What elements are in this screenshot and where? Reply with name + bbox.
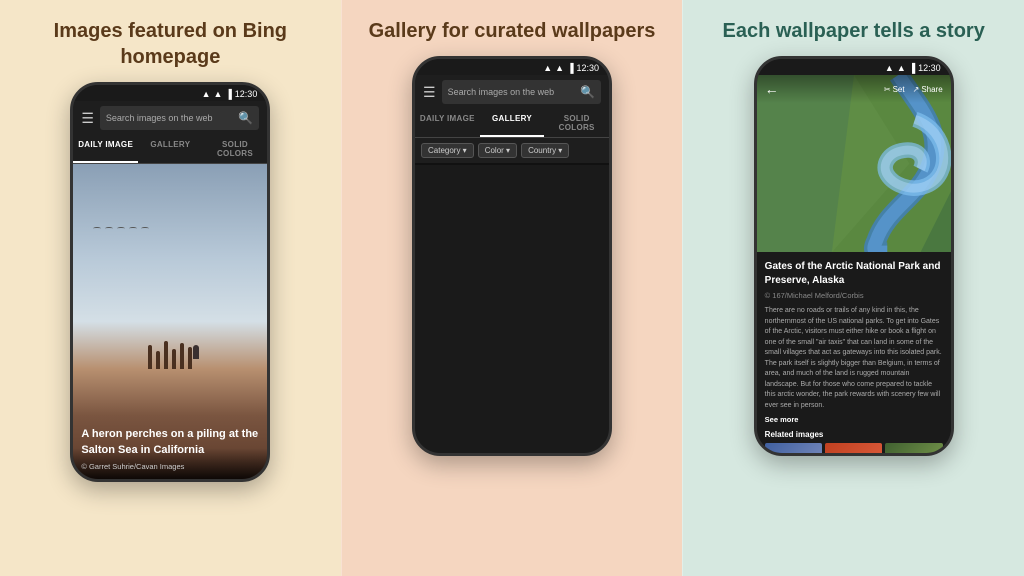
bird-5 (141, 227, 149, 230)
filter-color[interactable]: Color ▾ (478, 143, 517, 158)
heron-decoration (193, 345, 199, 359)
hamburger-icon-2[interactable]: ☰ (423, 84, 436, 101)
panel-1-title: Images featured on Bing homepage (10, 18, 331, 70)
related-images-grid (765, 443, 943, 453)
birds-decoration (93, 227, 149, 230)
set-action[interactable]: ✂ Set (884, 85, 905, 94)
signal-icon-3: ▲ (885, 63, 894, 73)
related-images-title: Related images (765, 430, 943, 439)
panel-2-title: Gallery for curated wallpapers (369, 18, 656, 44)
battery-icon: ▐ (225, 89, 231, 99)
search-bar-1[interactable]: Search images on the web 🔍 (100, 106, 259, 130)
wallpaper-credit: © 167/Michael Melford/Corbis (765, 291, 943, 300)
wallpaper-description: There are no roads or trails of any kind… (765, 306, 943, 411)
search-icon-2[interactable]: 🔍 (580, 85, 595, 99)
daily-image-content: A heron perches on a piling at the Salto… (73, 164, 267, 479)
bird-2 (105, 227, 113, 230)
status-time-3: 12:30 (918, 63, 941, 73)
status-icons-1: ▲ ▲ ▐ 12:30 (202, 89, 258, 99)
status-bar-2: ▲ ▲ ▐ 12:30 (415, 59, 609, 75)
daily-image-bg: A heron perches on a piling at the Salto… (73, 164, 267, 479)
daily-caption: A heron perches on a piling at the Salto… (81, 427, 259, 458)
daily-credit: © Garret Suhrie/Cavan Images (81, 462, 259, 471)
filter-category[interactable]: Category ▾ (421, 143, 474, 158)
gallery-grid: Early snowfall near Fairbanks, Alaska © … (415, 163, 609, 165)
pier-post-4 (172, 349, 176, 369)
tabs-2: DAILY IMAGE GALLERY SOLID COLORS (415, 109, 609, 138)
pier-post-2 (156, 351, 160, 369)
signal-icon: ▲ (202, 89, 211, 99)
phone-3: ▲ ▲ ▐ 12:30 ← (754, 56, 954, 456)
tabs-1: DAILY IMAGE GALLERY SOLID COLORS (73, 135, 267, 164)
panel-gallery: Gallery for curated wallpapers ▲ ▲ ▐ 12:… (341, 0, 683, 576)
wifi-icon-3: ▲ (897, 63, 906, 73)
share-action[interactable]: ↗ Share (913, 85, 943, 94)
phone-2: ▲ ▲ ▐ 12:30 ☰ Search images on the web 🔍… (412, 56, 612, 456)
daily-image-overlay: A heron perches on a piling at the Salto… (73, 417, 267, 479)
back-icon[interactable]: ← (765, 81, 779, 97)
status-icons-3: ▲ ▲ ▐ 12:30 (885, 63, 941, 73)
status-bar-1: ▲ ▲ ▐ 12:30 (73, 85, 267, 101)
search-bar-2[interactable]: Search images on the web 🔍 (442, 80, 601, 104)
pier-post-1 (148, 345, 152, 369)
hamburger-icon-1[interactable]: ☰ (81, 110, 94, 127)
pier-post-6 (188, 347, 192, 369)
pier-decoration (148, 341, 192, 369)
battery-icon-2: ▐ (567, 63, 573, 73)
tab-gallery-1[interactable]: GALLERY (138, 135, 203, 163)
tab-gallery-2[interactable]: GALLERY (480, 109, 545, 137)
tab-daily-image-2[interactable]: DAILY IMAGE (415, 109, 480, 137)
gallery-content: Early snowfall near Fairbanks, Alaska © … (415, 163, 609, 453)
status-bar-3: ▲ ▲ ▐ 12:30 (757, 59, 951, 75)
wifi-icon-2: ▲ (555, 63, 564, 73)
wallpaper-info: Gates of the Arctic National Park and Pr… (757, 252, 951, 453)
filter-country[interactable]: Country ▾ (521, 143, 569, 158)
bird-1 (93, 227, 101, 230)
panel-daily-image: Images featured on Bing homepage ▲ ▲ ▐ 1… (0, 0, 341, 576)
related-image-1[interactable] (765, 443, 822, 453)
status-time-1: 12:30 (235, 89, 258, 99)
search-placeholder-1: Search images on the web (106, 113, 213, 123)
panel-wallpaper-story: Each wallpaper tells a story ▲ ▲ ▐ 12:30 (682, 0, 1024, 576)
wp-actions: ✂ Set ↗ Share (884, 85, 943, 94)
panel-3-title: Each wallpaper tells a story (723, 18, 985, 44)
bird-4 (129, 227, 137, 230)
search-placeholder-2: Search images on the web (448, 87, 555, 97)
tab-daily-image-1[interactable]: DAILY IMAGE (73, 135, 138, 163)
share-label: Share (921, 85, 942, 94)
wallpaper-hero: ← ✂ Set ↗ Share (757, 75, 951, 252)
gallery-filters: Category ▾ Color ▾ Country ▾ (415, 138, 609, 163)
signal-icon-2: ▲ (543, 63, 552, 73)
scissors-icon: ✂ (884, 85, 891, 94)
bird-3 (117, 227, 125, 230)
related-image-3[interactable] (885, 443, 942, 453)
set-label: Set (893, 85, 905, 94)
toolbar-2: ☰ Search images on the web 🔍 (415, 75, 609, 109)
related-image-2[interactable] (825, 443, 882, 453)
phone-1: ▲ ▲ ▐ 12:30 ☰ Search images on the web 🔍… (70, 82, 270, 482)
wallpaper-title: Gates of the Arctic National Park and Pr… (765, 260, 943, 288)
battery-icon-3: ▐ (909, 63, 915, 73)
search-icon-1[interactable]: 🔍 (238, 111, 253, 125)
status-time-2: 12:30 (576, 63, 599, 73)
status-icons-2: ▲ ▲ ▐ 12:30 (543, 63, 599, 73)
pier-post-5 (180, 343, 184, 369)
wifi-icon: ▲ (213, 89, 222, 99)
toolbar-1: ☰ Search images on the web 🔍 (73, 101, 267, 135)
tab-solid-colors-2[interactable]: SOLID COLORS (544, 109, 609, 137)
share-icon: ↗ (913, 85, 920, 94)
see-more-link[interactable]: See more (765, 415, 943, 424)
tab-solid-colors-1[interactable]: SOLID COLORS (203, 135, 268, 163)
wp-action-bar: ← ✂ Set ↗ Share (757, 75, 951, 103)
pier-post-3 (164, 341, 168, 369)
